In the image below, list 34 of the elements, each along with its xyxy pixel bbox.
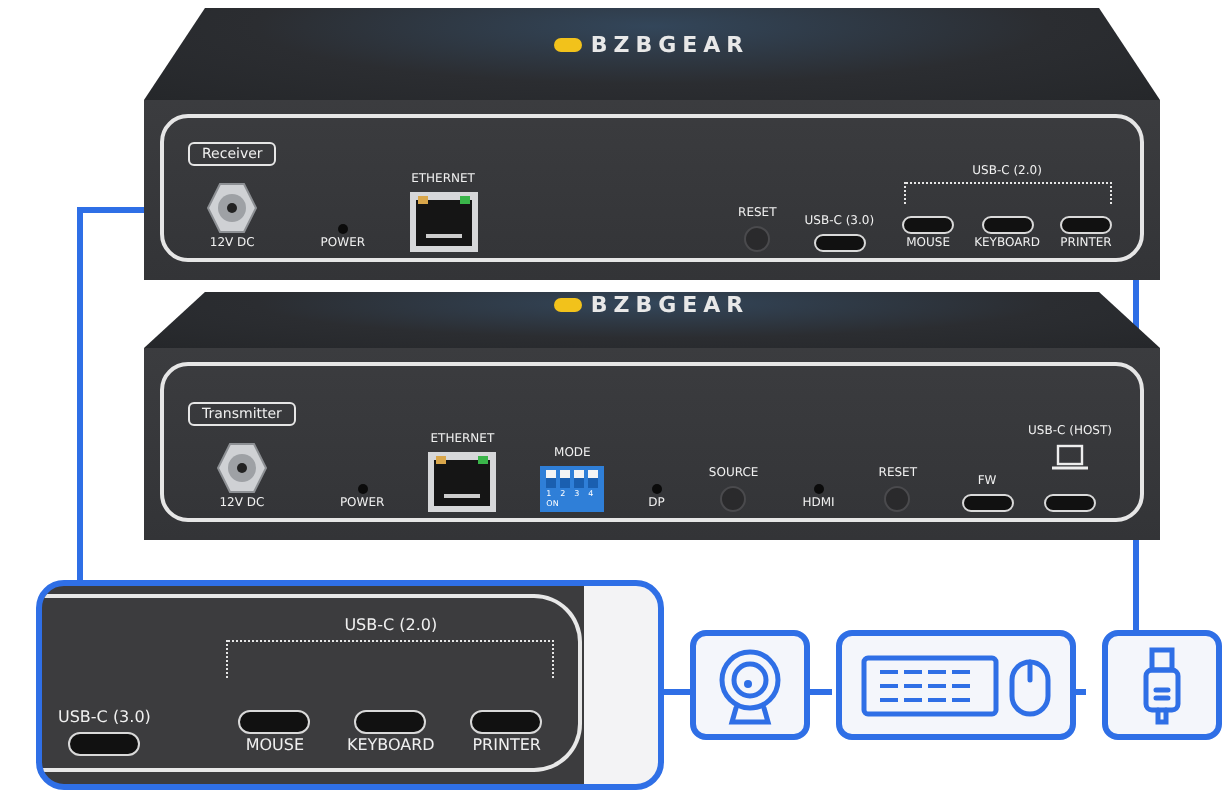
dc-jack — [215, 442, 268, 495]
indicator-led — [337, 224, 348, 235]
usb-c-port — [68, 732, 141, 756]
dc-jack — [206, 182, 259, 235]
indicator-led — [813, 484, 824, 495]
brand-logo: BZBGEAR — [554, 292, 750, 318]
brand-logo: BZBGEAR — [554, 8, 750, 58]
usb-c-port — [354, 710, 427, 735]
logo-mark-icon — [554, 298, 583, 312]
usb-plug-icon — [1140, 645, 1184, 725]
indicator-led — [357, 484, 368, 495]
laptop-icon — [1052, 444, 1089, 470]
port-label: USB-C (3.0) — [58, 710, 151, 728]
port-label: MOUSE — [245, 738, 305, 756]
port-label: USB-C (2.0) — [344, 618, 438, 637]
usb-c-port — [1044, 494, 1097, 512]
usb-c-port — [238, 710, 311, 735]
port-label: PRINTER — [472, 738, 541, 756]
switch-lever[interactable] — [574, 470, 585, 488]
switch-lever[interactable] — [560, 470, 571, 488]
usb-c-port — [1060, 216, 1112, 235]
keyboard-mouse-icon — [860, 651, 1052, 719]
ethernet-port — [428, 452, 497, 512]
logo-mark-icon — [554, 38, 583, 52]
switch-lever[interactable] — [588, 470, 599, 488]
switch-lever[interactable] — [546, 470, 557, 488]
usb-c-port — [813, 234, 866, 252]
usb-c-port — [902, 216, 955, 235]
port-label: KEYBOARD — [346, 738, 435, 756]
indicator-led — [651, 484, 662, 495]
usb-c-port — [981, 216, 1034, 235]
ethernet-port — [409, 192, 478, 252]
usb-c-port — [961, 494, 1014, 512]
usb-c-port — [470, 710, 543, 735]
